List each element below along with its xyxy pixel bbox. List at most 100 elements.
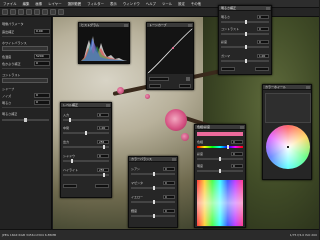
param-slider[interactable] (63, 159, 109, 163)
color-temp-field[interactable]: 5200 (34, 53, 50, 59)
slider-knob[interactable] (153, 186, 155, 190)
param-field[interactable]: 0 (97, 153, 109, 158)
lightness-slider[interactable] (197, 169, 243, 173)
selected-color-swatch[interactable] (197, 132, 243, 136)
hue-slider[interactable] (197, 145, 243, 149)
input-field[interactable] (149, 83, 161, 88)
sidebar-row: 色温度 5200 (2, 53, 50, 59)
param-field[interactable]: 0 (163, 208, 175, 213)
menu-item[interactable]: 設定 (175, 1, 188, 6)
brightness-field[interactable]: 0 (34, 99, 50, 105)
cancel-button[interactable] (255, 66, 269, 71)
tone-curve-graph[interactable] (147, 28, 193, 74)
redo-icon[interactable] (26, 9, 32, 15)
slider-knob[interactable] (153, 200, 155, 204)
slider-knob[interactable] (245, 59, 247, 63)
zoom-icon[interactable] (34, 9, 40, 15)
menu-item[interactable]: 表示 (107, 1, 120, 6)
param-slider[interactable] (63, 173, 109, 177)
slider-knob[interactable] (103, 145, 105, 149)
param-slider[interactable] (221, 20, 269, 24)
open-icon[interactable] (2, 9, 8, 15)
param-field[interactable]: 0 (163, 180, 175, 185)
param-field[interactable]: 1.00 (97, 125, 109, 130)
menu-item[interactable]: ツール (159, 1, 175, 6)
ok-button[interactable] (221, 66, 235, 71)
slider-knob[interactable] (153, 172, 155, 176)
param-slider[interactable] (131, 172, 175, 176)
param-field[interactable]: 0 (231, 163, 243, 168)
slider-knob[interactable] (103, 173, 105, 177)
slider-knob[interactable] (69, 118, 71, 122)
slider-knob[interactable] (245, 45, 247, 49)
param-field[interactable]: 1.00 (257, 53, 269, 58)
param-label: 入力 (63, 112, 70, 117)
menu-item[interactable]: 選択範囲 (65, 1, 85, 6)
slider-knob[interactable] (245, 32, 247, 36)
close-icon[interactable] (306, 85, 310, 89)
output-field[interactable] (179, 83, 191, 88)
brightness-slider[interactable] (2, 118, 49, 122)
noise-field[interactable]: 0 (34, 92, 50, 98)
menu-item[interactable]: フィルター (84, 1, 107, 6)
sidebar-label: ホワイトバランス (2, 40, 27, 45)
ok-button[interactable] (63, 183, 77, 188)
param-slider[interactable] (131, 186, 175, 190)
sidebar-label: 明るさ (2, 100, 12, 105)
exposure-field[interactable]: 0.00 (34, 28, 50, 34)
param-slider[interactable] (63, 118, 109, 122)
param-slider[interactable] (131, 200, 175, 204)
undo-icon[interactable] (18, 9, 24, 15)
slider-knob[interactable] (24, 118, 27, 122)
param-field[interactable]: 0 (231, 151, 243, 156)
close-icon[interactable] (240, 125, 244, 129)
menu-item[interactable]: ファイル (0, 1, 20, 6)
slider-knob[interactable] (153, 214, 155, 218)
param-slider[interactable] (63, 145, 109, 149)
param-field[interactable]: 0 (163, 166, 175, 171)
param-field[interactable]: 255 (97, 139, 109, 144)
white-balance-select[interactable] (2, 46, 48, 51)
slider-knob[interactable] (85, 131, 87, 135)
slider-knob[interactable] (71, 159, 73, 163)
param-slider[interactable] (221, 59, 269, 63)
close-icon[interactable] (188, 23, 192, 27)
tint-field[interactable]: 0 (34, 60, 50, 66)
param-field[interactable]: 255 (97, 167, 109, 172)
param-field[interactable]: 0 (97, 112, 109, 117)
param-field[interactable]: 0 (257, 14, 269, 19)
reset-icon[interactable] (186, 76, 190, 81)
menu-item[interactable]: レイヤー (45, 1, 64, 6)
param-slider[interactable] (221, 32, 269, 36)
close-icon[interactable] (124, 23, 128, 27)
crop-icon[interactable] (50, 9, 56, 15)
param-field[interactable]: 0 (257, 26, 269, 31)
menu-item[interactable]: 編集 (20, 1, 33, 6)
param-field[interactable]: 0 (257, 39, 269, 44)
close-icon[interactable] (266, 6, 270, 10)
menu-item[interactable]: 画像 (32, 1, 45, 6)
param-slider[interactable] (63, 131, 109, 135)
save-icon[interactable] (10, 9, 16, 15)
hand-icon[interactable] (42, 9, 48, 15)
slider-knob[interactable] (227, 145, 229, 149)
rotate-icon[interactable] (58, 9, 64, 15)
param-field[interactable]: 0 (163, 194, 175, 199)
cancel-button[interactable] (95, 183, 109, 188)
close-icon[interactable] (172, 157, 176, 161)
menu-item[interactable]: ウィンドウ (120, 1, 143, 6)
param-field[interactable]: 0 (231, 139, 243, 144)
menu-item[interactable]: その他 (188, 1, 204, 6)
wheel-cursor[interactable] (287, 146, 289, 148)
menu-item[interactable]: ヘルプ (143, 1, 159, 6)
slider-knob[interactable] (219, 157, 221, 161)
param-slider[interactable] (221, 45, 269, 49)
channel-select[interactable] (149, 76, 169, 81)
slider-knob[interactable] (219, 169, 221, 173)
param-slider[interactable] (131, 214, 175, 218)
contrast-select[interactable] (2, 78, 48, 83)
close-icon[interactable] (106, 103, 110, 107)
saturation-slider[interactable] (197, 157, 243, 161)
color-field[interactable] (197, 180, 243, 226)
slider-knob[interactable] (245, 20, 247, 24)
